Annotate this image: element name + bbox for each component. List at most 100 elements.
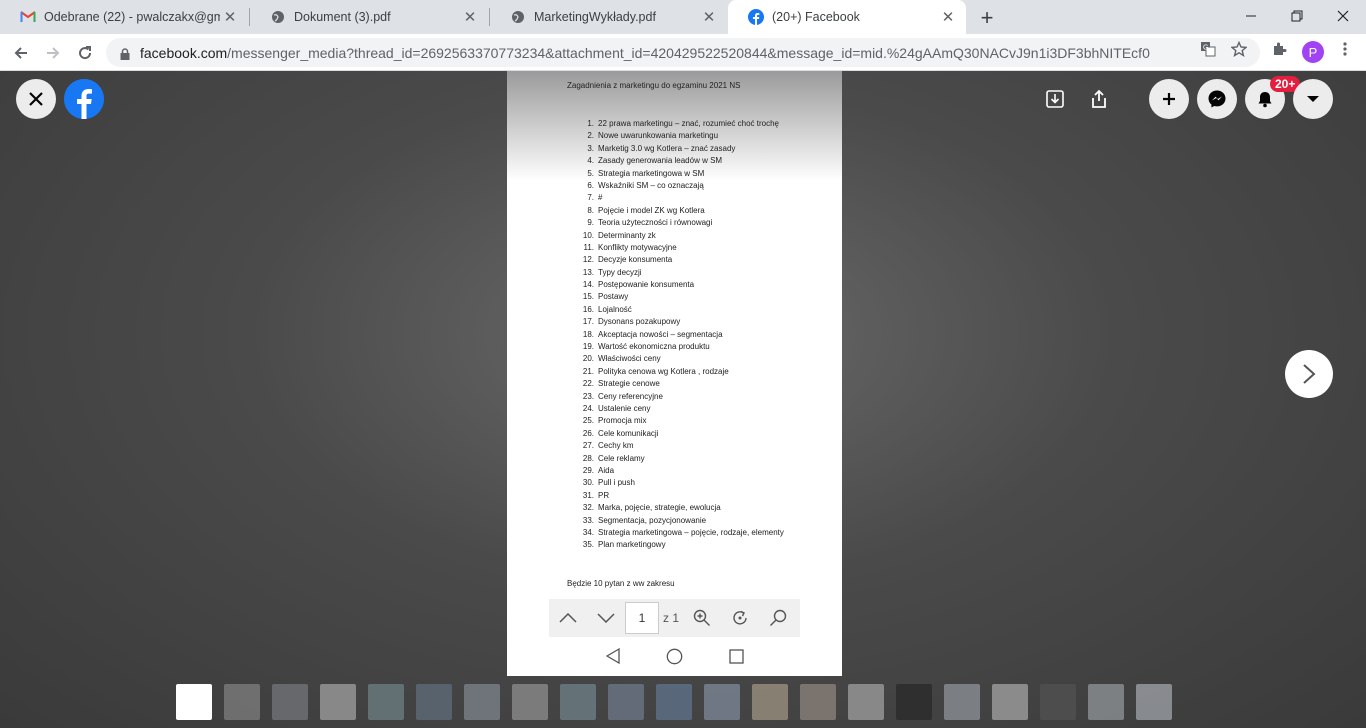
topic-text: Lojalność bbox=[598, 304, 632, 314]
topic-text: Marketig 3.0 wg Kotlera – znać zasady bbox=[598, 143, 736, 153]
media-thumbnail[interactable] bbox=[992, 684, 1028, 720]
rotate-icon[interactable] bbox=[721, 599, 759, 637]
media-thumbnail[interactable] bbox=[464, 684, 500, 720]
attachment-image: Zagadnienia z marketingu do egzaminu 202… bbox=[507, 71, 842, 676]
media-thumbnail[interactable] bbox=[176, 684, 212, 720]
topic-list-item: 9. Teoria użyteczności i równowagi bbox=[575, 217, 784, 229]
create-button[interactable] bbox=[1149, 79, 1189, 119]
topic-text: 22 prawa marketingu – znać, rozumieć cho… bbox=[598, 119, 779, 128]
close-tab-icon[interactable]: ✕ bbox=[699, 7, 719, 27]
restore-button[interactable] bbox=[1274, 0, 1320, 32]
topic-number: 17. bbox=[582, 317, 594, 327]
topic-number: 22. bbox=[582, 379, 594, 389]
media-thumbnail[interactable] bbox=[1088, 684, 1124, 720]
topic-text: Determinanty zk bbox=[598, 230, 656, 240]
media-thumbnail[interactable] bbox=[320, 684, 356, 720]
media-thumbnail[interactable] bbox=[944, 684, 980, 720]
bookmark-star-icon[interactable] bbox=[1230, 40, 1248, 58]
topic-list-item: 33. Segmentacja, pozycjonowanie bbox=[575, 515, 784, 527]
topic-list-item: 25. Promocja mix bbox=[575, 415, 784, 427]
media-thumbnail[interactable] bbox=[752, 684, 788, 720]
topic-list-item: 11. Konflikty motywacyjne bbox=[575, 242, 784, 254]
extensions-icon[interactable] bbox=[1270, 40, 1288, 58]
close-tab-icon[interactable]: ✕ bbox=[220, 7, 240, 27]
topic-list-item: 6. Wskaźniki SM – co oznaczają bbox=[575, 180, 784, 192]
topic-text: Teoria użyteczności i równowagi bbox=[598, 218, 713, 228]
topic-number: 35. bbox=[582, 540, 594, 550]
topic-number: 26. bbox=[582, 428, 594, 438]
tab-title: (20+) Facebook bbox=[772, 10, 860, 24]
close-window-button[interactable] bbox=[1320, 0, 1366, 32]
messenger-icon[interactable] bbox=[1197, 79, 1237, 119]
topic-text: Dysonans pozakupowy bbox=[598, 317, 681, 327]
next-media-button[interactable] bbox=[1285, 350, 1333, 398]
media-thumbnail[interactable] bbox=[368, 684, 404, 720]
topic-number: 5. bbox=[587, 168, 594, 178]
account-menu-button[interactable] bbox=[1293, 79, 1333, 119]
tab-marketing[interactable]: MarketingWykłady.pdf ✕ bbox=[490, 0, 727, 34]
search-icon[interactable] bbox=[759, 599, 797, 637]
tab-gmail[interactable]: Odebrane (22) - pwalczakx@gma ✕ bbox=[0, 0, 248, 34]
media-thumbnail[interactable] bbox=[656, 684, 692, 720]
back-button[interactable] bbox=[8, 40, 34, 66]
media-thumbnail[interactable] bbox=[224, 684, 260, 720]
address-bar[interactable]: facebook.com/messenger_media?thread_id=2… bbox=[106, 38, 1260, 67]
url-host: facebook.com bbox=[140, 44, 228, 61]
media-thumbnail[interactable] bbox=[560, 684, 596, 720]
chrome-menu-icon[interactable] bbox=[1336, 40, 1354, 58]
page-count: z 1 bbox=[663, 611, 680, 625]
media-thumbnail[interactable] bbox=[800, 684, 836, 720]
document-footer: Będzie 10 pytan z ww zakresu bbox=[567, 579, 675, 588]
topic-list-item: 14. Postępowanie konsumenta bbox=[575, 279, 784, 291]
topic-list-item: 27. Cechy km bbox=[575, 440, 784, 452]
close-viewer-button[interactable] bbox=[16, 79, 56, 119]
topic-text: Zasady generowania leadów w SM bbox=[598, 156, 723, 166]
media-thumbnail[interactable] bbox=[896, 684, 932, 720]
topic-text: # bbox=[598, 193, 603, 203]
topic-list-item: 34. Strategia marketingowa – pojęcie, rod… bbox=[575, 527, 784, 539]
media-thumbnail[interactable] bbox=[512, 684, 548, 720]
tab-facebook[interactable]: (20+) Facebook ✕ bbox=[728, 0, 966, 34]
page-number-input[interactable]: 1 bbox=[625, 602, 659, 634]
topic-text: Cele komunikacji bbox=[598, 428, 659, 438]
media-thumbnail[interactable] bbox=[1136, 684, 1172, 720]
tab-title: MarketingWykłady.pdf bbox=[534, 10, 656, 24]
topic-text: Strategia marketingowa – pojęcie, rodzaj… bbox=[598, 527, 784, 537]
topic-list-item: 19. Wartość ekonomiczna produktu bbox=[575, 341, 784, 353]
new-tab-button[interactable]: + bbox=[976, 5, 998, 30]
close-tab-icon[interactable]: ✕ bbox=[460, 7, 480, 27]
topic-number: 34. bbox=[582, 527, 594, 537]
profile-avatar[interactable]: P bbox=[1302, 41, 1324, 63]
forward-button[interactable] bbox=[40, 40, 66, 66]
translate-icon[interactable]: G bbox=[1199, 40, 1217, 58]
topic-number: 24. bbox=[582, 403, 594, 413]
reload-button[interactable] bbox=[72, 40, 98, 66]
topic-list-item: 30. Pull i push bbox=[575, 477, 784, 489]
topic-list-item: 32. Marka, pojęcie, strategie, ewolucja bbox=[575, 502, 784, 514]
share-icon[interactable] bbox=[1079, 79, 1119, 119]
topic-text: Ustalenie ceny bbox=[598, 403, 651, 413]
media-viewer: 20+ Zagadnienia z marketingu do egzaminu… bbox=[0, 71, 1366, 728]
topic-list-item: 7. # bbox=[575, 192, 784, 204]
topic-list-item: 17. Dysonans pozakupowy bbox=[575, 316, 784, 328]
media-thumbnail[interactable] bbox=[1040, 684, 1076, 720]
media-thumbnail[interactable] bbox=[272, 684, 308, 720]
tab-dokument[interactable]: Dokument (3).pdf ✕ bbox=[250, 0, 488, 34]
zoom-in-icon[interactable] bbox=[683, 599, 721, 637]
media-thumbnail[interactable] bbox=[704, 684, 740, 720]
chevron-down-icon[interactable] bbox=[587, 599, 625, 637]
media-thumbnail[interactable] bbox=[848, 684, 884, 720]
pdf-toolbar: 1 z 1 bbox=[549, 599, 800, 637]
chevron-up-icon[interactable] bbox=[549, 599, 587, 637]
topic-text: Strategie cenowe bbox=[598, 379, 660, 389]
nav-home-circle-icon bbox=[666, 648, 683, 670]
media-thumbnail[interactable] bbox=[608, 684, 644, 720]
minimize-button[interactable] bbox=[1228, 0, 1274, 32]
topic-text: Decyzje konsumenta bbox=[598, 255, 673, 265]
close-tab-icon[interactable]: ✕ bbox=[938, 7, 958, 27]
facebook-logo-icon[interactable] bbox=[64, 79, 104, 119]
media-thumbnail[interactable] bbox=[416, 684, 452, 720]
topic-text: Akceptacja nowości – segmentacja bbox=[598, 329, 723, 339]
download-icon[interactable] bbox=[1035, 79, 1075, 119]
topic-list-item: 16. Lojalność bbox=[575, 304, 784, 316]
